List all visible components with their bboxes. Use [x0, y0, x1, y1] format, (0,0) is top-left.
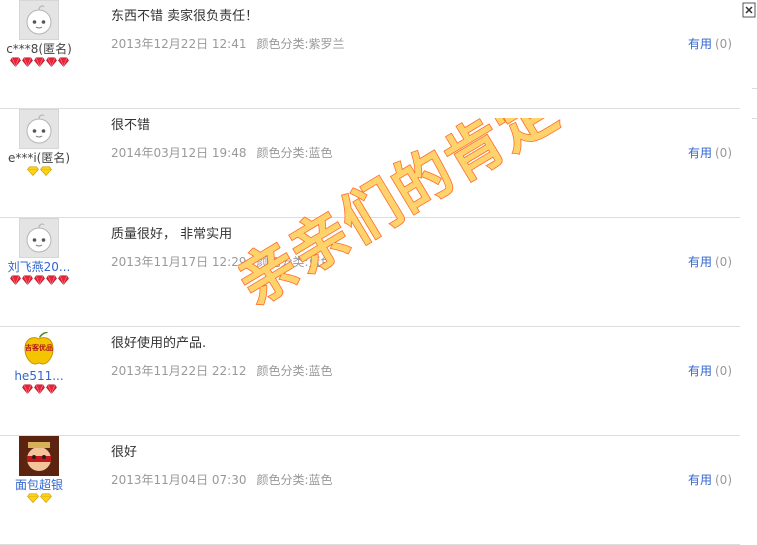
yellow-diamond-icon — [39, 166, 52, 176]
edge-divider — [752, 88, 757, 89]
useful-button[interactable]: 有用 — [688, 255, 712, 269]
review-sku: 颜色分类:蓝色 — [256, 473, 333, 487]
apple-shop-logo-icon: 吉客优品 — [24, 332, 54, 365]
close-corner-icon[interactable] — [739, 0, 757, 22]
useful-count: (0) — [715, 255, 732, 269]
edge-divider — [752, 118, 757, 119]
reviewer-info: c***8(匿名) — [0, 0, 78, 72]
red-heart-gem-icon — [57, 275, 69, 286]
review-date: 2013年11月04日 07:30 — [111, 473, 247, 487]
review-sku: 颜色分类:蓝色 — [256, 146, 333, 160]
review-content: 很好 — [111, 445, 138, 460]
useful-count: (0) — [715, 37, 732, 51]
useful-count: (0) — [715, 146, 732, 160]
reviewer-info: 刘飞燕20... — [0, 218, 78, 290]
review-content: 质量很好， 非常实用 — [111, 227, 233, 242]
default-baby-avatar-icon — [26, 223, 52, 253]
reviewer-name[interactable]: 面包超银 — [0, 478, 78, 492]
avatar[interactable] — [19, 436, 59, 476]
default-baby-avatar-icon — [26, 114, 52, 144]
red-heart-gem-icon — [21, 275, 33, 286]
reviewer-name[interactable]: 刘飞燕20... — [0, 260, 78, 274]
review-date: 2013年12月22日 12:41 — [111, 37, 247, 51]
red-heart-gem-icon — [21, 384, 33, 395]
red-heart-gem-icon — [33, 384, 45, 395]
useful-button[interactable]: 有用 — [688, 146, 712, 160]
avatar-logo-text: 吉客优品 — [25, 343, 53, 352]
review-item: 刘飞燕20... 质量很好， 非常实用 2013年11月17日 12:29 颜色分类:… — [0, 218, 740, 327]
review-item: e***i(匿名) 很不错 2014年03月12日 19:48 颜色分类:蓝色 有用 (0… — [0, 109, 740, 218]
review-date: 2014年03月12日 19:48 — [111, 146, 247, 160]
default-baby-avatar-icon — [26, 5, 52, 35]
buyer-rank[interactable] — [0, 275, 78, 290]
red-heart-gem-icon — [45, 384, 57, 395]
red-heart-gem-icon — [33, 275, 45, 286]
useful-vote: 有用 (0) — [688, 362, 732, 379]
avatar[interactable] — [19, 218, 59, 258]
buyer-rank[interactable] — [0, 166, 78, 181]
review-list: c***8(匿名) 东西不错 卖家很负责任！ 2013年12月22日 12:41 颜色… — [0, 0, 740, 545]
review-date: 2013年11月17日 12:29 — [111, 255, 247, 269]
yellow-diamond-icon — [26, 493, 39, 503]
reviewer-info: e***i(匿名) — [0, 109, 78, 181]
useful-vote: 有用 (0) — [688, 144, 732, 161]
avatar[interactable] — [19, 109, 59, 149]
review-meta: 2014年03月12日 19:48 颜色分类:蓝色 — [111, 144, 333, 161]
yellow-diamond-icon — [26, 166, 39, 176]
review-sku: 颜色分类:蓝色 — [256, 255, 333, 269]
reviewer-name: c***8(匿名) — [6, 42, 72, 56]
review-content: 东西不错 卖家很负责任！ — [111, 9, 259, 24]
red-heart-gem-icon — [57, 57, 69, 68]
red-heart-gem-icon — [33, 57, 45, 68]
red-heart-gem-icon — [45, 275, 57, 286]
cartoon-character-avatar-icon — [19, 436, 59, 476]
useful-button[interactable]: 有用 — [688, 364, 712, 378]
reviewer-name[interactable]: he511... — [0, 369, 78, 383]
reviewer-info: 面包超银 — [0, 436, 78, 508]
review-item: 吉客优品 he511... 很好使用的产品. 2013年11月22日 22:12 颜色分… — [0, 327, 740, 436]
review-sku: 颜色分类:蓝色 — [256, 364, 333, 378]
review-meta: 2013年12月22日 12:41 颜色分类:紫罗兰 — [111, 35, 345, 52]
red-heart-gem-icon — [45, 57, 57, 68]
avatar[interactable]: 吉客优品 — [19, 327, 59, 367]
review-sku: 颜色分类:紫罗兰 — [256, 37, 345, 51]
reviewer-name: e***i(匿名) — [7, 151, 71, 165]
review-meta: 2013年11月04日 07:30 颜色分类:蓝色 — [111, 471, 333, 488]
buyer-rank[interactable] — [0, 493, 78, 508]
useful-vote: 有用 (0) — [688, 471, 732, 488]
review-meta: 2013年11月22日 22:12 颜色分类:蓝色 — [111, 362, 333, 379]
red-heart-gem-icon — [9, 275, 21, 286]
review-meta: 2013年11月17日 12:29 颜色分类:蓝色 — [111, 253, 333, 270]
useful-vote: 有用 (0) — [688, 35, 732, 52]
avatar[interactable] — [19, 0, 59, 40]
review-item: c***8(匿名) 东西不错 卖家很负责任！ 2013年12月22日 12:41 颜色… — [0, 0, 740, 109]
useful-count: (0) — [715, 473, 732, 487]
review-content: 很好使用的产品. — [111, 336, 207, 351]
useful-button[interactable]: 有用 — [688, 37, 712, 51]
useful-count: (0) — [715, 364, 732, 378]
reviewer-info: 吉客优品 he511... — [0, 327, 78, 399]
red-heart-gem-icon — [9, 57, 21, 68]
right-edge-border — [752, 0, 757, 530]
buyer-rank[interactable] — [0, 57, 78, 72]
useful-vote: 有用 (0) — [688, 253, 732, 270]
yellow-diamond-icon — [39, 493, 52, 503]
useful-button[interactable]: 有用 — [688, 473, 712, 487]
red-heart-gem-icon — [21, 57, 33, 68]
review-content: 很不错 — [111, 118, 151, 133]
review-item: 面包超银 很好 2013年11月04日 07:30 颜色分类:蓝色 有用 (0) — [0, 436, 740, 545]
review-date: 2013年11月22日 22:12 — [111, 364, 247, 378]
buyer-rank[interactable] — [0, 384, 78, 399]
